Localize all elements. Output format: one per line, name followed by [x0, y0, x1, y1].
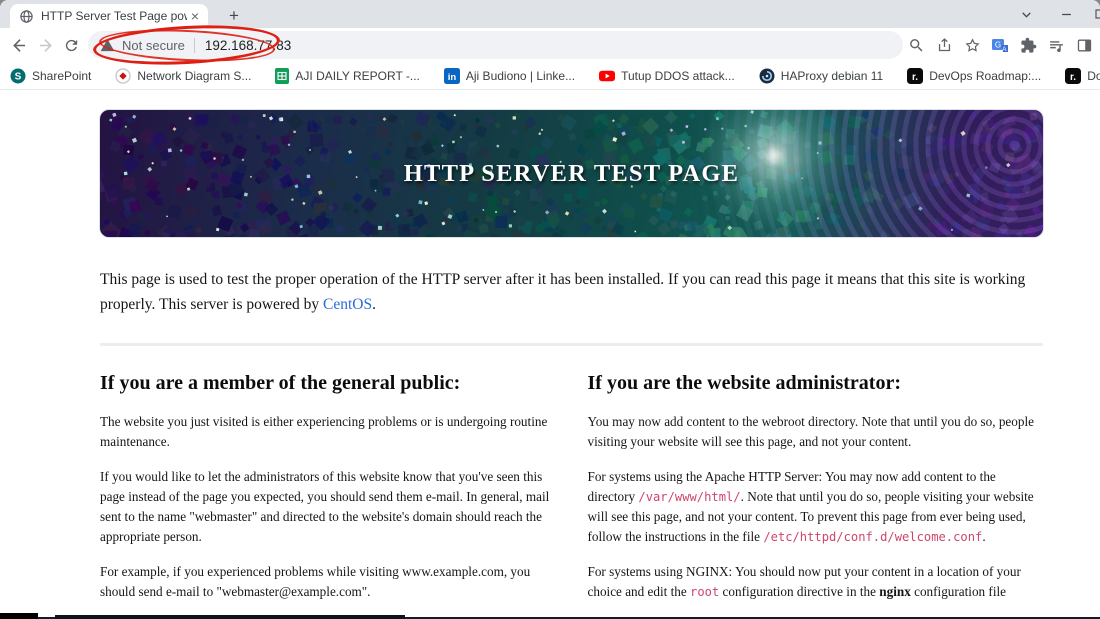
maximize-icon[interactable] [1090, 0, 1100, 28]
side-panel-icon[interactable] [1070, 32, 1098, 58]
bookmarks-bar: S SharePoint Network Diagram S... AJI DA… [0, 62, 1100, 90]
tab-search-chevron-down-icon[interactable] [1012, 0, 1040, 28]
sharepoint-icon: S [10, 68, 26, 84]
paragraph: For systems using the Apache HTTP Server… [587, 469, 1034, 544]
browser-window: HTTP Server Test Page powered × + Not [0, 0, 1100, 619]
translate-icon[interactable]: GA [986, 32, 1014, 58]
bookmark-docker-roadmap[interactable]: r. Docker Roadmap -... [1065, 67, 1100, 84]
tab-title: HTTP Server Test Page powered [41, 9, 187, 23]
share-icon[interactable] [930, 32, 958, 58]
back-icon[interactable] [6, 32, 32, 58]
bookmark-tutup-ddos[interactable]: Tutup DDOS attack... [599, 68, 735, 84]
close-tab-icon[interactable]: × [188, 8, 202, 24]
bookmark-network-diagram[interactable]: Network Diagram S... [115, 67, 252, 84]
url-text: 192.168.77.83 [204, 37, 292, 53]
media-list-icon[interactable] [1042, 32, 1070, 58]
general-public-heading: If you are a member of the general publi… [100, 372, 461, 394]
banner-title: HTTP SERVER TEST PAGE [403, 159, 740, 187]
bookmark-label: SharePoint [32, 68, 92, 83]
bookmark-sharepoint[interactable]: S SharePoint [10, 68, 91, 84]
omnibox-divider [193, 37, 195, 53]
bookmark-label: HAProxy debian 11 [780, 68, 884, 83]
paragraph: For example, if you experienced problems… [100, 564, 531, 599]
svg-text:r.: r. [1070, 72, 1076, 83]
roadmap-icon: r. [1065, 67, 1082, 84]
globe-icon [19, 9, 34, 24]
intro-paragraph: This page is used to test the proper ope… [100, 271, 1026, 313]
browser-toolbar: Not secure 192.168.77.83 GA [0, 28, 1100, 62]
website-administrator-column: If you are the website administrator: Yo… [588, 372, 1046, 617]
svg-text:r.: r. [912, 72, 918, 83]
horizontal-rule [100, 343, 1043, 346]
not-secure-warning-icon [100, 38, 115, 53]
test-page-banner: HTTP SERVER TEST PAGE [100, 110, 1043, 237]
svg-text:S: S [15, 71, 22, 82]
star-icon[interactable] [958, 32, 986, 58]
bookmark-devops-roadmap[interactable]: r. DevOps Roadmap:... [907, 67, 1042, 84]
minimize-icon[interactable] [1052, 0, 1080, 28]
linkedin-icon: in [443, 67, 460, 84]
sheets-icon [275, 67, 290, 84]
page-content: HTTP SERVER TEST PAGE This page is used … [0, 91, 1100, 619]
paragraph: For systems using NGINX: You should now … [587, 564, 1021, 599]
two-column-section: If you are a member of the general publi… [100, 372, 1045, 617]
drawio-icon [115, 67, 132, 84]
bookmark-label: DevOps Roadmap:... [929, 68, 1042, 83]
general-public-column: If you are a member of the general publi… [100, 372, 558, 617]
extensions-puzzle-icon[interactable] [1014, 32, 1042, 58]
bookmark-haproxy[interactable]: HAProxy debian 11 [759, 68, 884, 84]
text-segment: nginx [879, 584, 911, 599]
haproxy-icon [759, 68, 775, 84]
bookmark-label: AJI DAILY REPORT -... [295, 68, 420, 83]
text-segment: /var/www/html/ [638, 490, 741, 504]
bookmark-label: Docker Roadmap -... [1087, 68, 1100, 83]
text-segment: /etc/httpd/conf.d/welcome.conf [763, 530, 983, 544]
roadmap-icon: r. [907, 67, 924, 84]
paragraph: The website you just visited is either e… [100, 414, 548, 449]
bookmark-aji-daily-report[interactable]: AJI DAILY REPORT -... [275, 67, 420, 84]
youtube-icon [599, 68, 616, 84]
centos-link[interactable]: CentOS [323, 296, 372, 313]
bookmark-label: Network Diagram S... [137, 68, 252, 83]
bottom-edge-strip-left [0, 613, 38, 619]
svg-text:A: A [1002, 46, 1007, 53]
search-icon[interactable] [902, 32, 930, 58]
address-bar[interactable]: Not secure 192.168.77.83 [88, 31, 903, 59]
tab-http-server-test-page[interactable]: HTTP Server Test Page powered × [10, 4, 208, 28]
paragraph: You may now add content to the webroot d… [587, 414, 1034, 449]
svg-text:G: G [995, 41, 1001, 50]
tab-strip: HTTP Server Test Page powered × + [0, 0, 1100, 28]
bookmark-linkedin[interactable]: in Aji Budiono | Linke... [443, 67, 576, 84]
text-segment: root [690, 585, 720, 599]
forward-icon[interactable] [32, 32, 58, 58]
paragraph: If you would like to let the administrat… [100, 469, 550, 544]
new-tab-button[interactable]: + [222, 4, 246, 28]
reload-icon[interactable] [58, 32, 84, 58]
security-label: Not secure [122, 37, 185, 53]
bookmark-label: Tutup DDOS attack... [621, 68, 735, 83]
bookmark-label: Aji Budiono | Linke... [465, 68, 576, 83]
bottom-edge-strip-mid [55, 615, 405, 619]
website-administrator-heading: If you are the website administrator: [587, 372, 901, 394]
svg-text:in: in [448, 72, 457, 83]
